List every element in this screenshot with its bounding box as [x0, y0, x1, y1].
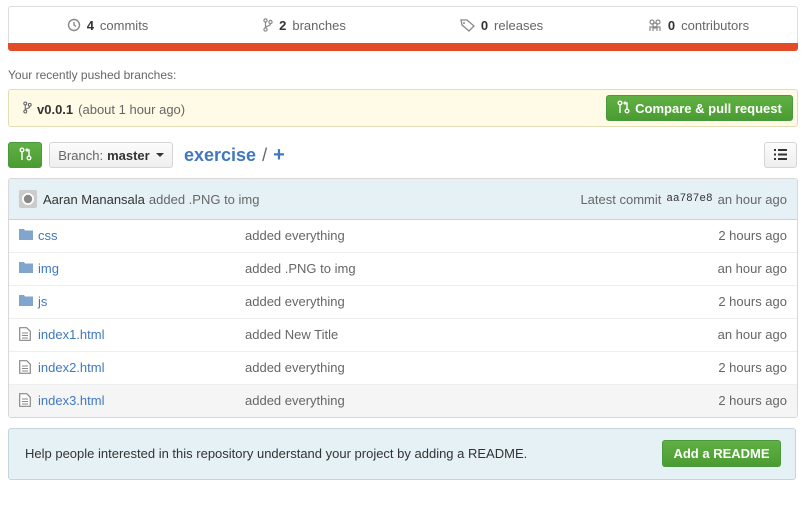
add-readme-button[interactable]: Add a README [662, 440, 781, 467]
file-age: 2 hours ago [718, 360, 787, 375]
language-bar[interactable] [8, 43, 798, 51]
repo-link[interactable]: exercise [184, 145, 256, 166]
compare-button[interactable] [8, 142, 42, 168]
file-table: Aaran Manansala added .PNG to img Latest… [8, 178, 798, 418]
breadcrumb: exercise / + [184, 144, 285, 167]
file-commit-message[interactable]: added everything [245, 228, 345, 243]
contributors-link[interactable]: 0 contributors [600, 7, 797, 43]
file-commit-message[interactable]: added .PNG to img [245, 261, 356, 276]
history-icon [67, 18, 81, 32]
pushed-branch-time: (about 1 hour ago) [78, 101, 186, 117]
file-age: 2 hours ago [718, 228, 787, 243]
commit-author[interactable]: Aaran Manansala [43, 192, 145, 207]
organization-icon [648, 18, 662, 32]
pushed-branch-name[interactable]: v0.0.1 [37, 102, 73, 117]
compare-pull-request-button[interactable]: Compare & pull request [606, 95, 793, 121]
folder-icon [19, 261, 33, 276]
file-list: css added everything 2 hours ago img added .… [9, 220, 797, 417]
folder-icon [19, 228, 33, 243]
releases-count: 0 [480, 17, 489, 33]
new-file-link[interactable]: + [273, 144, 285, 167]
tag-icon [460, 18, 475, 32]
compare-button-label: Compare & pull request [635, 100, 782, 116]
file-commit-message[interactable]: added New Title [245, 327, 338, 342]
recently-pushed-banner: v0.0.1 (about 1 hour ago) Compare & pull… [8, 89, 798, 127]
branch-icon [263, 18, 273, 32]
commits-count: 4 [86, 17, 94, 33]
pushed-branch: v0.0.1 (about 1 hour ago) [23, 101, 185, 117]
table-row[interactable]: css added everything 2 hours ago [9, 220, 797, 252]
releases-link[interactable]: 0 releases [403, 7, 600, 43]
table-row[interactable]: js added everything 2 hours ago [9, 285, 797, 318]
list-view-button[interactable] [764, 142, 797, 168]
file-icon [19, 327, 31, 344]
file-age: 2 hours ago [718, 294, 787, 309]
table-row[interactable]: img added .PNG to img an hour ago [9, 252, 797, 285]
compare-icon [617, 100, 630, 117]
branch-icon [23, 101, 32, 117]
file-commit-message[interactable]: added everything [245, 294, 345, 309]
repo-summary: 4 commits 2 branches 0 releases 0 contri… [8, 6, 798, 43]
commit-sha[interactable]: aa787e8 [666, 193, 712, 205]
commit-message[interactable]: added .PNG to img [149, 192, 260, 207]
breadcrumb-separator: / [262, 145, 268, 165]
file-icon [19, 393, 31, 410]
branch-selector[interactable]: Branch: master [49, 142, 173, 168]
latest-commit-label: Latest commit [580, 191, 662, 207]
file-age: an hour ago [717, 327, 787, 342]
readme-prompt: Help people interested in this repositor… [8, 428, 796, 480]
list-icon [774, 148, 787, 163]
branches-link[interactable]: 2 branches [206, 7, 403, 43]
commits-label: commits [99, 17, 149, 33]
file-name-link[interactable]: js [38, 294, 47, 309]
latest-commit-info: Latest commit aa787e8 an hour ago [580, 192, 787, 207]
file-name-link[interactable]: img [38, 261, 59, 276]
file-name-link[interactable]: index2.html [38, 360, 104, 375]
contributors-label: contributors [681, 17, 750, 33]
latest-commit-bar: Aaran Manansala added .PNG to img Latest… [9, 179, 797, 220]
file-age: an hour ago [717, 261, 787, 276]
compare-icon [19, 147, 32, 164]
file-commit-message[interactable]: added everything [245, 360, 345, 375]
file-name-link[interactable]: index3.html [38, 393, 104, 408]
file-age: 2 hours ago [718, 393, 787, 408]
file-name-link[interactable]: index1.html [38, 327, 104, 342]
table-row[interactable]: index3.html added everything 2 hours ago [9, 384, 797, 417]
readme-prompt-text: Help people interested in this repositor… [25, 446, 528, 461]
commit-time: an hour ago [717, 191, 787, 207]
releases-label: releases [494, 17, 544, 33]
folder-icon [19, 294, 33, 309]
file-commit-message[interactable]: added everything [245, 393, 345, 408]
file-name-link[interactable]: css [38, 228, 58, 243]
branch-prefix: Branch: [58, 147, 104, 163]
table-row[interactable]: index2.html added everything 2 hours ago [9, 351, 797, 384]
commits-link[interactable]: 4 commits [9, 7, 206, 43]
avatar[interactable] [19, 190, 37, 208]
branches-label: branches [292, 17, 346, 33]
recently-pushed-label: Your recently pushed branches: [8, 68, 177, 82]
branch-name: master [107, 147, 150, 163]
table-row[interactable]: index1.html added New Title an hour ago [9, 318, 797, 351]
contributors-count: 0 [667, 17, 676, 33]
caret-down-icon [155, 153, 164, 157]
branches-count: 2 [279, 17, 287, 33]
file-icon [19, 360, 31, 377]
